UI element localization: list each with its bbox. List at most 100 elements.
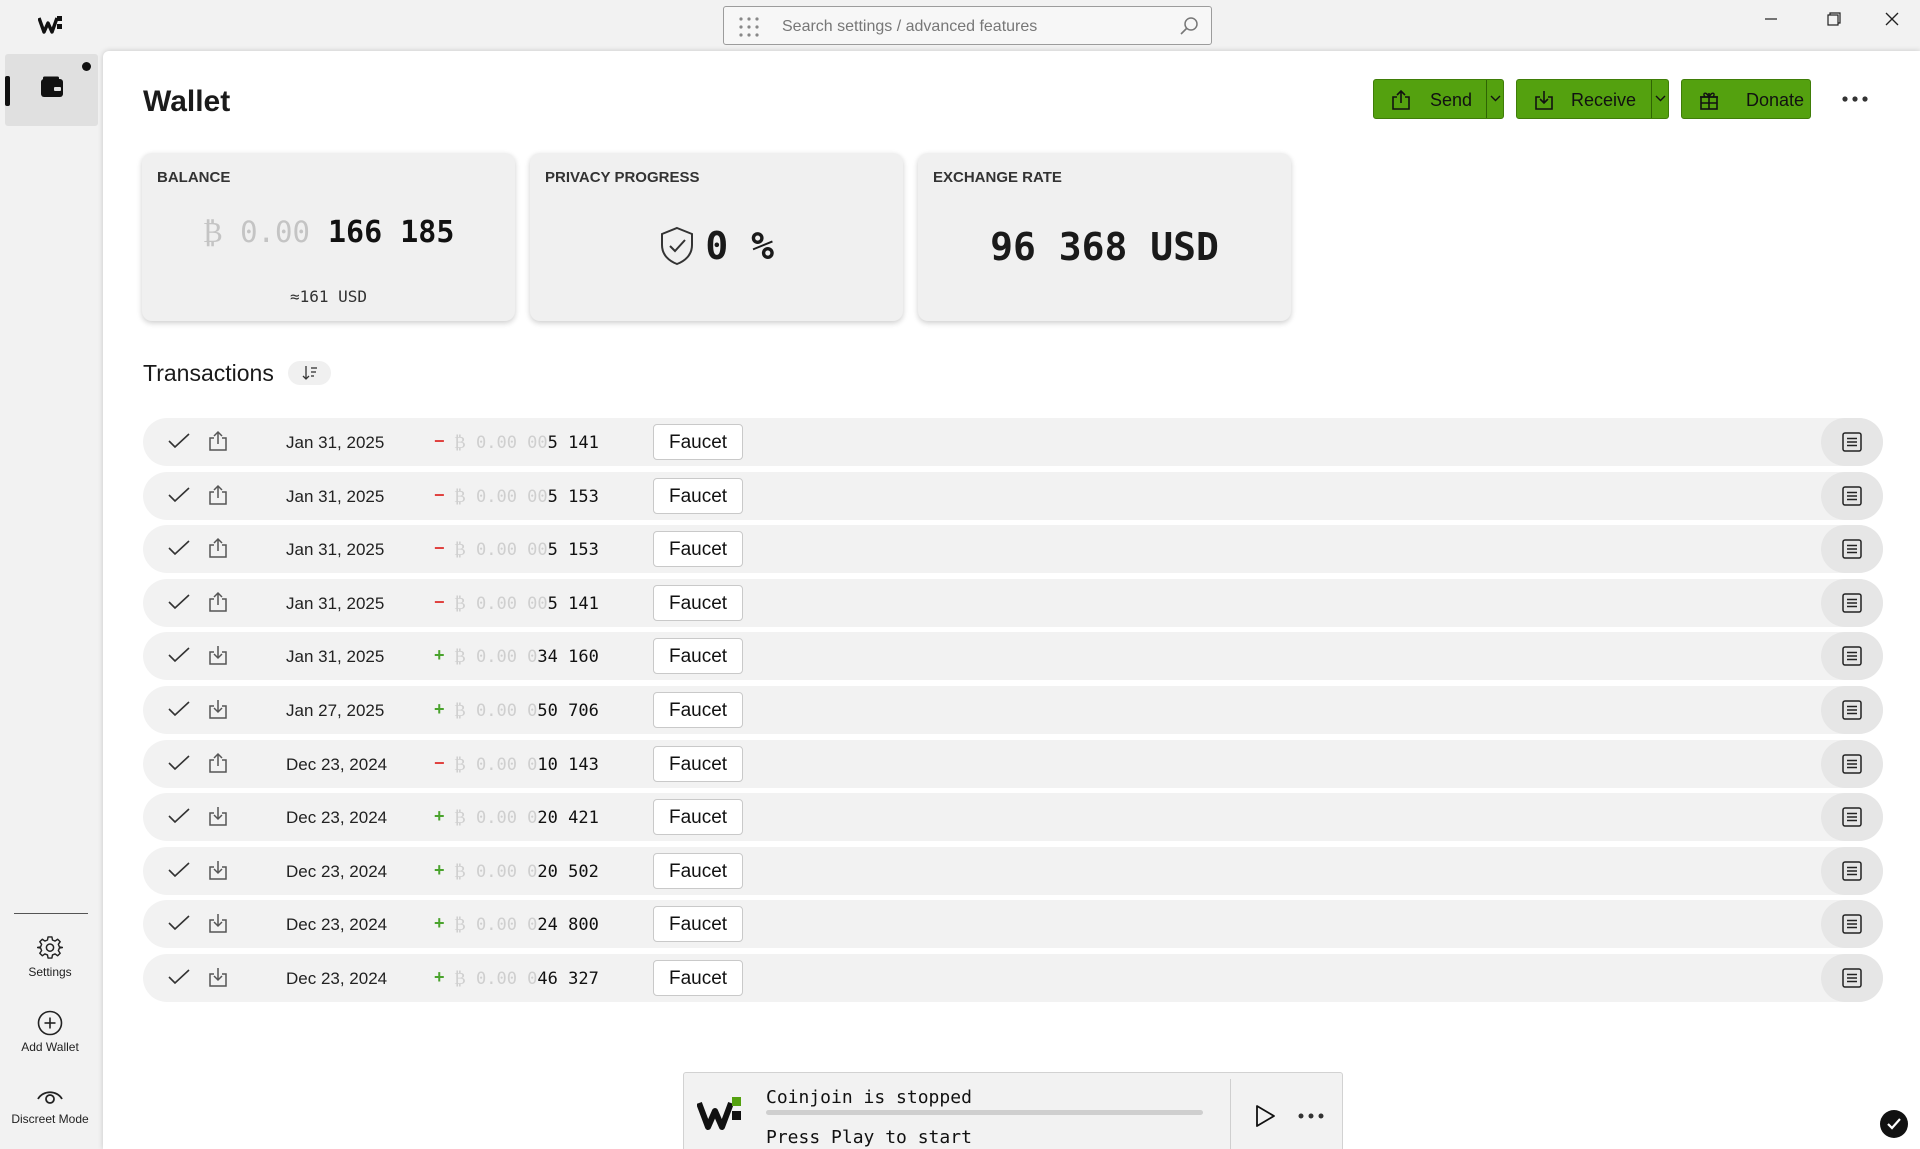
privacy-caption: PRIVACY PROGRESS bbox=[545, 169, 700, 186]
transaction-row[interactable]: Dec 23, 2024 + ₿ 0.00 020 421 Faucet bbox=[143, 793, 1883, 842]
receive-options-button[interactable] bbox=[1651, 80, 1668, 118]
amount-prefix: ₿ 0.00 00 bbox=[454, 593, 548, 614]
incoming-icon bbox=[209, 699, 227, 719]
transaction-row[interactable]: Jan 27, 2025 + ₿ 0.00 050 706 Faucet bbox=[143, 685, 1883, 734]
connection-status-icon[interactable] bbox=[1880, 1110, 1908, 1138]
close-window-button[interactable] bbox=[1875, 6, 1909, 36]
search-placeholder: Search settings / advanced features bbox=[782, 18, 1038, 35]
transaction-details-button[interactable] bbox=[1821, 846, 1883, 895]
amount-value: 24 800 bbox=[537, 915, 599, 936]
transaction-sign: + bbox=[434, 966, 445, 987]
send-button[interactable]: Send bbox=[1373, 79, 1504, 119]
details-icon bbox=[1842, 807, 1862, 827]
sidebar-item-discreet-mode[interactable]: Discreet Mode bbox=[0, 1086, 100, 1126]
transaction-sign: − bbox=[434, 484, 445, 505]
details-icon bbox=[1842, 700, 1862, 720]
transaction-date: Dec 23, 2024 bbox=[286, 861, 388, 881]
eye-icon bbox=[37, 1091, 63, 1104]
amount-prefix: ₿ 0.00 0 bbox=[454, 808, 538, 829]
transaction-sign: − bbox=[434, 591, 445, 612]
transaction-sign: + bbox=[434, 806, 445, 827]
transaction-details-button[interactable] bbox=[1821, 739, 1883, 788]
transaction-details-button[interactable] bbox=[1821, 632, 1883, 681]
transaction-amount: ₿ 0.00 020 421 bbox=[454, 808, 599, 828]
transaction-sign: + bbox=[434, 645, 445, 666]
transaction-label[interactable]: Faucet bbox=[653, 852, 744, 889]
transaction-label[interactable]: Faucet bbox=[653, 906, 744, 943]
coinjoin-more-icon[interactable] bbox=[1296, 1110, 1326, 1122]
confirmed-check-icon bbox=[168, 862, 190, 877]
transaction-amount: ₿ 0.00 010 143 bbox=[454, 755, 599, 775]
transaction-row[interactable]: Jan 31, 2025 + ₿ 0.00 034 160 Faucet bbox=[143, 632, 1883, 681]
transaction-details-button[interactable] bbox=[1821, 953, 1883, 1002]
exchange-rate-value: 96 368 USD bbox=[990, 225, 1219, 269]
transaction-details-button[interactable] bbox=[1821, 471, 1883, 520]
transaction-row[interactable]: Jan 31, 2025 − ₿ 0.00 005 141 Faucet bbox=[143, 578, 1883, 627]
transaction-details-button[interactable] bbox=[1821, 685, 1883, 734]
amount-value: 46 327 bbox=[537, 968, 599, 989]
sidebar-item-wallet[interactable] bbox=[5, 54, 98, 126]
transaction-label[interactable]: Faucet bbox=[653, 691, 744, 728]
transaction-label[interactable]: Faucet bbox=[653, 584, 744, 621]
outgoing-icon bbox=[209, 752, 227, 773]
transaction-label[interactable]: Faucet bbox=[653, 531, 744, 568]
receive-button[interactable]: Receive bbox=[1516, 79, 1669, 119]
coinjoin-progress-bar bbox=[766, 1110, 1203, 1115]
transaction-details-button[interactable] bbox=[1821, 578, 1883, 627]
sidebar-item-settings[interactable]: Settings bbox=[0, 935, 100, 979]
transaction-label[interactable]: Faucet bbox=[653, 477, 744, 514]
transaction-label[interactable]: Faucet bbox=[653, 638, 744, 675]
amount-value: 20 421 bbox=[537, 808, 599, 829]
transaction-row[interactable]: Dec 23, 2024 − ₿ 0.00 010 143 Faucet bbox=[143, 739, 1883, 788]
transaction-details-button[interactable] bbox=[1821, 900, 1883, 949]
sidebar-item-add-wallet[interactable]: Add Wallet bbox=[0, 1010, 100, 1054]
incoming-icon bbox=[209, 646, 227, 666]
transaction-amount: ₿ 0.00 005 153 bbox=[454, 540, 599, 560]
donate-button[interactable]: Donate bbox=[1681, 79, 1811, 119]
transaction-details-button[interactable] bbox=[1821, 793, 1883, 842]
confirmed-check-icon bbox=[168, 808, 190, 824]
chevron-down-icon bbox=[1655, 95, 1666, 102]
transaction-amount: ₿ 0.00 050 706 bbox=[454, 701, 599, 721]
amount-prefix: ₿ 0.00 0 bbox=[454, 700, 538, 721]
transaction-row[interactable]: Jan 31, 2025 − ₿ 0.00 005 141 Faucet bbox=[143, 418, 1883, 466]
amount-value: 5 153 bbox=[547, 486, 599, 507]
transaction-row[interactable]: Dec 23, 2024 + ₿ 0.00 046 327 Faucet bbox=[143, 953, 1883, 1002]
transaction-details-button[interactable] bbox=[1821, 525, 1883, 574]
transaction-row[interactable]: Dec 23, 2024 + ₿ 0.00 020 502 Faucet bbox=[143, 846, 1883, 895]
confirmed-check-icon bbox=[168, 594, 190, 609]
details-icon bbox=[1842, 485, 1862, 506]
play-icon[interactable] bbox=[1252, 1103, 1278, 1129]
minimize-window-button[interactable] bbox=[1754, 6, 1788, 36]
sort-icon bbox=[302, 366, 317, 380]
send-options-button[interactable] bbox=[1486, 80, 1503, 118]
confirmed-check-icon bbox=[168, 647, 190, 663]
privacy-progress-card: PRIVACY PROGRESS 0 % bbox=[530, 153, 903, 321]
amount-value: 5 141 bbox=[547, 433, 599, 453]
details-icon bbox=[1842, 432, 1862, 452]
transaction-row[interactable]: Jan 31, 2025 − ₿ 0.00 005 153 Faucet bbox=[143, 525, 1883, 574]
incoming-icon bbox=[209, 860, 227, 880]
confirmed-check-icon bbox=[168, 701, 190, 717]
gift-icon bbox=[1700, 92, 1718, 110]
active-indicator bbox=[5, 76, 10, 106]
confirmed-check-icon bbox=[168, 433, 190, 449]
transaction-row[interactable]: Dec 23, 2024 + ₿ 0.00 024 800 Faucet bbox=[143, 900, 1883, 949]
transaction-label[interactable]: Faucet bbox=[653, 424, 744, 460]
sort-button[interactable] bbox=[288, 361, 331, 385]
restore-window-button[interactable] bbox=[1817, 6, 1851, 36]
coinjoin-hint: Press Play to start bbox=[766, 1127, 972, 1148]
more-options-icon[interactable] bbox=[1837, 88, 1873, 110]
transaction-row[interactable]: Jan 31, 2025 − ₿ 0.00 005 153 Faucet bbox=[143, 471, 1883, 520]
transaction-label[interactable]: Faucet bbox=[653, 745, 744, 782]
transaction-date: Dec 23, 2024 bbox=[286, 754, 388, 774]
download-icon bbox=[1535, 91, 1553, 110]
transaction-details-button[interactable] bbox=[1821, 418, 1883, 466]
transaction-date: Dec 23, 2024 bbox=[286, 915, 388, 935]
chevron-down-icon bbox=[1490, 95, 1501, 102]
incoming-icon bbox=[209, 914, 227, 934]
search-input[interactable]: Search settings / advanced features bbox=[723, 6, 1212, 45]
transaction-label[interactable]: Faucet bbox=[653, 799, 744, 836]
transaction-date: Jan 31, 2025 bbox=[286, 486, 385, 506]
transaction-label[interactable]: Faucet bbox=[653, 959, 744, 996]
